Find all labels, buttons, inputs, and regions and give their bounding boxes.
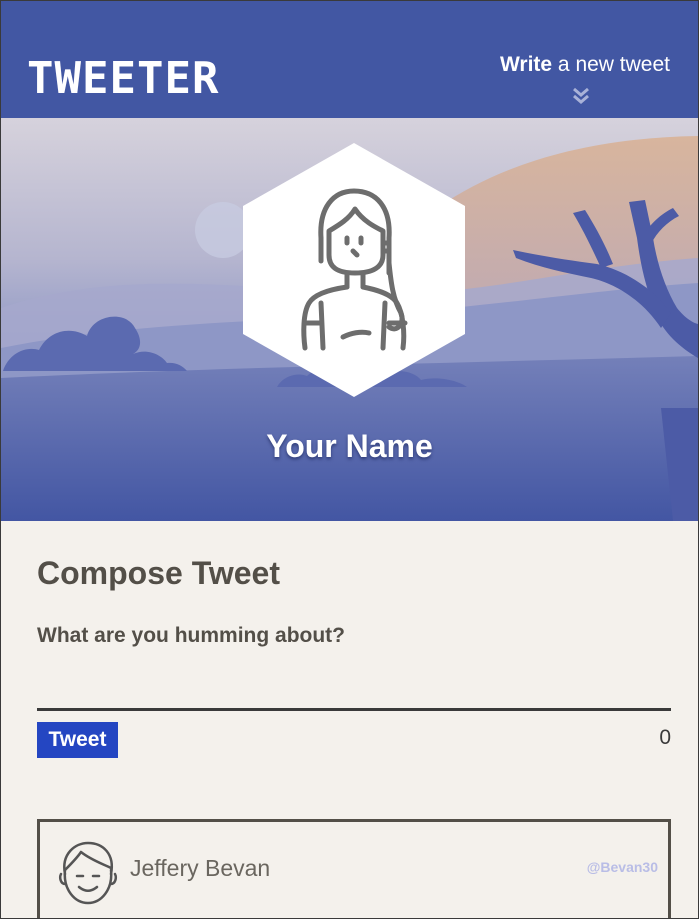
compose-prompt: What are you humming about? — [37, 624, 345, 647]
compose-section: Compose Tweet What are you humming about… — [37, 549, 671, 758]
write-new-tweet-link[interactable]: Write a new tweet — [500, 51, 670, 79]
page: TWEETER Write a new tweet Your Name Comp… — [0, 0, 699, 919]
tweet-input[interactable] — [37, 679, 671, 711]
user-avatar-icon[interactable] — [243, 143, 465, 397]
double-chevron-down-icon[interactable] — [571, 86, 591, 106]
app-logo[interactable]: TWEETER — [27, 57, 219, 101]
compose-title: Compose Tweet — [37, 555, 280, 591]
tweet-button[interactable]: Tweet — [37, 722, 118, 758]
tweet-card: Jeffery Bevan @Bevan30 — [37, 819, 671, 918]
char-counter: 0 — [659, 726, 671, 749]
write-link-rest: a new tweet — [552, 53, 670, 76]
profile-hero: Your Name — [1, 118, 698, 521]
top-nav: TWEETER Write a new tweet — [1, 1, 698, 118]
tweet-author-handle[interactable]: @Bevan30 — [587, 858, 658, 876]
profile-name: Your Name — [266, 428, 433, 464]
write-link-bold: Write — [499, 53, 553, 76]
user-avatar-icon — [58, 841, 118, 905]
tweet-author-name: Jeffery Bevan — [130, 855, 271, 881]
